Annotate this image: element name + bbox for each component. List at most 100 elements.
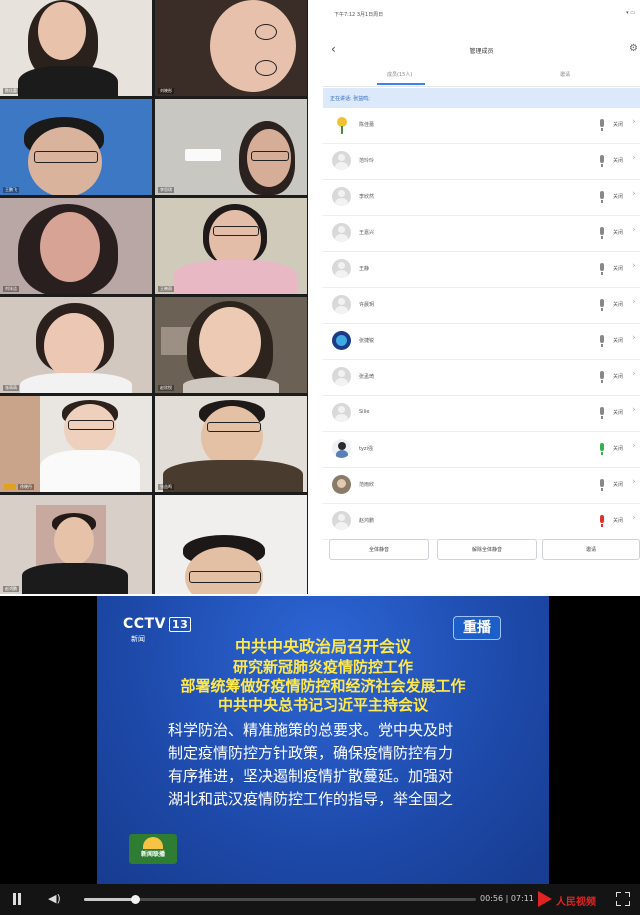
member-name: tyzi强 xyxy=(359,446,373,452)
chevron-right-icon[interactable]: › xyxy=(632,369,636,379)
video-call-grid: 陈佳蕾 刘晓彤 王鹏飞 李思琪 刘冰洁 王晓雨 张萌萌 赵欣悦 徐晓丹 张益鸣 … xyxy=(0,0,308,594)
microphone-icon[interactable] xyxy=(600,191,604,203)
chevron-right-icon[interactable]: › xyxy=(632,117,636,127)
participant-video-tile[interactable]: 刘晓彤 xyxy=(155,0,307,96)
member-name: 张孟琦 xyxy=(359,374,375,380)
microphone-icon[interactable] xyxy=(600,263,604,275)
chevron-right-icon[interactable]: › xyxy=(632,441,636,451)
speaking-banner: 正在讲话: 张益鸣; xyxy=(323,88,640,108)
participant-video-tile[interactable]: 王晓雨 xyxy=(155,198,307,294)
video-frame: CCTV 13 新闻 重播 中共中央政治局召开会议 研究新冠肺炎疫情防控工作 部署… xyxy=(97,596,549,884)
list-item[interactable]: 张孟琦 关闭 › xyxy=(323,360,640,396)
settings-icon[interactable]: ⚙ xyxy=(629,44,638,54)
participant-video-tile[interactable]: 刘冰洁 xyxy=(0,198,152,294)
member-name: 张捷锐 xyxy=(359,338,375,344)
status-time: 下午7:12 3月1日周日 xyxy=(334,12,384,18)
chevron-right-icon[interactable]: › xyxy=(632,513,636,523)
list-item[interactable]: 李欣然 关闭 › xyxy=(323,180,640,216)
avatar xyxy=(332,115,351,134)
participant-video-tile[interactable]: 徐晓丹 xyxy=(0,396,152,492)
mic-state: 关闭 xyxy=(613,518,624,524)
microphone-icon[interactable] xyxy=(600,155,604,167)
member-name: 范雨欣 xyxy=(359,482,375,488)
list-item[interactable]: 王嘉兴 关闭 › xyxy=(323,216,640,252)
list-item[interactable]: 王静 关闭 › xyxy=(323,252,640,288)
microphone-icon[interactable] xyxy=(600,119,604,131)
speaking-text: 正在讲话: 张益鸣; xyxy=(330,96,370,102)
participant-video-tile[interactable]: 张益鸣 xyxy=(155,396,307,492)
microphone-icon[interactable] xyxy=(600,299,604,311)
avatar xyxy=(332,151,351,170)
participant-video-tile[interactable]: 赵鸿鹏 xyxy=(0,495,152,594)
participant-video-tile[interactable]: 陈佳蕾 xyxy=(0,0,152,96)
avatar xyxy=(332,439,351,458)
invite-button[interactable]: 邀请 xyxy=(542,539,640,560)
microphone-icon[interactable] xyxy=(600,407,604,419)
headline: 部署统筹做好疫情防控和经济社会发展工作 xyxy=(180,677,466,695)
participant-face xyxy=(38,2,86,60)
mic-state: 关闭 xyxy=(613,374,624,380)
participant-name: 张益鸣 xyxy=(158,484,174,490)
microphone-icon[interactable] xyxy=(600,479,604,491)
microphone-icon[interactable] xyxy=(600,371,604,383)
chevron-right-icon[interactable]: › xyxy=(632,297,636,307)
participant-body xyxy=(173,260,297,294)
chevron-right-icon[interactable]: › xyxy=(632,477,636,487)
chevron-right-icon[interactable]: › xyxy=(632,225,636,235)
participant-video-tile[interactable]: 李思琪 xyxy=(155,99,307,195)
member-name: 赵鸿鹏 xyxy=(359,518,375,524)
pause-icon[interactable] xyxy=(10,892,24,906)
participant-body xyxy=(40,450,140,492)
list-item[interactable]: 陈佳蕾 关闭 › xyxy=(323,108,640,144)
volume-icon[interactable]: ◀) xyxy=(48,893,61,905)
headline: 研究新冠肺炎疫情防控工作 xyxy=(232,658,413,676)
mic-state: 关闭 xyxy=(613,482,624,488)
chevron-right-icon[interactable]: › xyxy=(632,405,636,415)
participant-video-tile[interactable]: 王鹏飞 xyxy=(0,99,152,195)
participant-video-tile[interactable]: 赵欣悦 xyxy=(155,297,307,393)
microphone-icon[interactable] xyxy=(600,335,604,347)
tab-invite[interactable]: 邀请 xyxy=(560,71,570,78)
chevron-right-icon[interactable]: › xyxy=(632,261,636,271)
chevron-right-icon[interactable]: › xyxy=(632,153,636,163)
avatar xyxy=(332,223,351,242)
tab-bar: 成员(15人) 邀请 xyxy=(323,64,640,87)
mute-all-button[interactable]: 全体静音 xyxy=(329,539,429,560)
member-name: 许晨玥 xyxy=(359,302,375,308)
fullscreen-icon[interactable] xyxy=(616,892,630,906)
tab-members[interactable]: 成员(15人) xyxy=(387,71,412,78)
participant-name: 李思琪 xyxy=(158,187,174,193)
news-body-line: 制定疫情防控方针政策，确保疫情防控有力 xyxy=(168,744,454,762)
progress-bar[interactable] xyxy=(84,895,476,904)
mic-state: 关闭 xyxy=(613,266,624,272)
list-item[interactable]: 许晨玥 关闭 › xyxy=(323,288,640,324)
list-item[interactable]: 赵鸿鹏 关闭 › xyxy=(323,504,640,540)
mic-state: 关闭 xyxy=(613,230,624,236)
chevron-right-icon[interactable]: › xyxy=(632,189,636,199)
time-display: 00:56 | 07:11 xyxy=(480,894,534,903)
member-name: 王静 xyxy=(359,266,370,272)
list-item[interactable]: 张捷锐 关闭 › xyxy=(323,324,640,360)
active-tab-indicator xyxy=(377,83,425,85)
member-name: 范玲玲 xyxy=(359,158,375,164)
list-item[interactable]: tyzi强 关闭 › xyxy=(323,432,640,468)
microphone-icon[interactable] xyxy=(600,227,604,239)
list-item[interactable]: 范玲玲 关闭 › xyxy=(323,144,640,180)
headline: 中共中央总书记习近平主持会议 xyxy=(217,696,428,714)
video-player[interactable]: CCTV 13 新闻 重播 中共中央政治局召开会议 研究新冠肺炎疫情防控工作 部署… xyxy=(0,596,640,915)
news-body-line: 湖北和武汉疫情防控工作的指导，举全国之 xyxy=(168,790,454,808)
mic-state: 关闭 xyxy=(613,410,624,416)
progress-handle[interactable] xyxy=(130,895,140,904)
avatar xyxy=(332,187,351,206)
list-item[interactable]: Silie 关闭 › xyxy=(323,396,640,432)
program-logo-text: 新闻联播 xyxy=(140,851,165,858)
unmute-all-button[interactable]: 解除全体静音 xyxy=(437,539,537,560)
chevron-right-icon[interactable]: › xyxy=(632,333,636,343)
microphone-icon[interactable] xyxy=(600,443,604,455)
glasses xyxy=(251,151,289,161)
microphone-icon[interactable] xyxy=(600,515,604,527)
participant-video-tile[interactable] xyxy=(155,495,307,594)
avatar xyxy=(332,295,351,314)
list-item[interactable]: 范雨欣 关闭 › xyxy=(323,468,640,504)
participant-video-tile[interactable]: 张萌萌 xyxy=(0,297,152,393)
